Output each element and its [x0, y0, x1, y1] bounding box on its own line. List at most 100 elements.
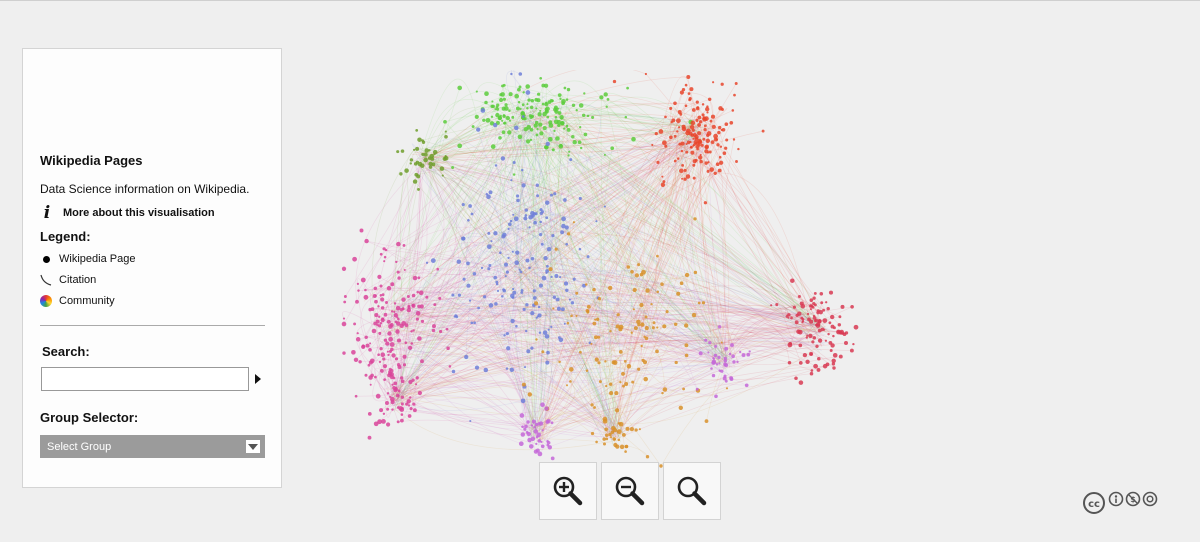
page-node[interactable] [853, 324, 859, 330]
page-node[interactable] [382, 364, 388, 369]
page-node[interactable] [509, 367, 514, 372]
page-node[interactable] [637, 263, 641, 267]
page-node[interactable] [850, 304, 854, 309]
page-node[interactable] [353, 357, 359, 363]
page-node[interactable] [404, 323, 409, 327]
page-node[interactable] [828, 290, 834, 295]
page-node[interactable] [710, 114, 716, 119]
page-node[interactable] [819, 292, 824, 296]
page-node[interactable] [523, 366, 527, 369]
page-node[interactable] [741, 353, 746, 358]
page-node[interactable] [603, 153, 606, 156]
page-node[interactable] [396, 150, 400, 154]
page-node[interactable] [626, 86, 629, 90]
page-node[interactable] [641, 269, 646, 275]
page-node[interactable] [361, 344, 366, 350]
page-node[interactable] [656, 160, 660, 164]
page-node[interactable] [533, 425, 536, 429]
page-node[interactable] [410, 342, 414, 345]
page-node[interactable] [566, 232, 571, 236]
page-node[interactable] [369, 383, 372, 386]
page-node[interactable] [809, 298, 814, 302]
page-node[interactable] [477, 306, 480, 310]
page-node[interactable] [561, 216, 566, 222]
page-node[interactable] [488, 303, 494, 308]
page-node[interactable] [586, 310, 590, 314]
page-node[interactable] [343, 300, 347, 304]
page-node[interactable] [539, 109, 542, 112]
page-node[interactable] [684, 83, 688, 87]
page-node[interactable] [400, 376, 404, 380]
page-node[interactable] [515, 106, 520, 111]
page-node[interactable] [590, 342, 593, 345]
page-node[interactable] [569, 158, 573, 162]
page-node[interactable] [680, 141, 685, 146]
page-node[interactable] [534, 301, 539, 306]
page-node[interactable] [500, 156, 506, 161]
page-node[interactable] [708, 341, 712, 345]
page-node[interactable] [797, 295, 801, 298]
page-node[interactable] [698, 155, 703, 160]
page-node[interactable] [541, 102, 545, 106]
page-node[interactable] [624, 382, 629, 386]
page-node[interactable] [538, 122, 543, 127]
page-node[interactable] [717, 325, 722, 329]
page-node[interactable] [415, 383, 418, 386]
page-node[interactable] [704, 338, 708, 342]
page-node[interactable] [379, 408, 384, 413]
page-node[interactable] [565, 98, 569, 101]
page-node[interactable] [599, 95, 604, 100]
page-node[interactable] [692, 163, 696, 167]
page-node[interactable] [551, 148, 555, 152]
page-node[interactable] [731, 109, 735, 112]
page-node[interactable] [707, 351, 710, 354]
page-node[interactable] [713, 353, 718, 358]
page-node[interactable] [545, 269, 549, 273]
page-node[interactable] [586, 114, 590, 118]
page-node[interactable] [417, 187, 420, 191]
page-node[interactable] [687, 92, 691, 95]
page-node[interactable] [401, 297, 406, 302]
page-node[interactable] [537, 112, 542, 117]
page-node[interactable] [709, 167, 714, 172]
page-node[interactable] [526, 349, 531, 354]
page-node[interactable] [388, 370, 391, 374]
page-node[interactable] [602, 442, 607, 446]
group-selector-dropdown[interactable]: Select Group [40, 435, 265, 458]
page-node[interactable] [425, 295, 429, 299]
page-node[interactable] [612, 360, 618, 365]
page-node[interactable] [770, 304, 773, 307]
page-node[interactable] [610, 146, 615, 151]
page-node[interactable] [697, 138, 702, 144]
page-node[interactable] [631, 380, 635, 384]
page-node[interactable] [669, 106, 673, 110]
page-node[interactable] [732, 360, 736, 364]
page-node[interactable] [715, 162, 720, 167]
page-node[interactable] [352, 256, 357, 262]
page-node[interactable] [722, 151, 727, 155]
page-node[interactable] [674, 360, 678, 365]
page-node[interactable] [545, 264, 549, 268]
page-node[interactable] [805, 359, 810, 364]
page-node[interactable] [530, 424, 534, 427]
page-node[interactable] [385, 341, 390, 346]
page-node[interactable] [660, 182, 666, 187]
page-node[interactable] [364, 238, 369, 244]
page-node[interactable] [729, 377, 734, 381]
page-node[interactable] [683, 177, 687, 181]
page-node[interactable] [343, 295, 347, 298]
page-node[interactable] [838, 315, 842, 319]
page-node[interactable] [713, 137, 718, 142]
page-node[interactable] [532, 296, 537, 300]
page-node[interactable] [644, 72, 647, 76]
page-node[interactable] [644, 326, 649, 331]
page-node[interactable] [468, 299, 472, 302]
page-node[interactable] [547, 445, 553, 450]
page-node[interactable] [822, 318, 828, 323]
page-node[interactable] [508, 92, 513, 97]
page-node[interactable] [837, 323, 842, 327]
page-node[interactable] [678, 126, 681, 129]
page-node[interactable] [388, 324, 393, 329]
page-node[interactable] [633, 326, 638, 331]
page-node[interactable] [373, 286, 378, 291]
